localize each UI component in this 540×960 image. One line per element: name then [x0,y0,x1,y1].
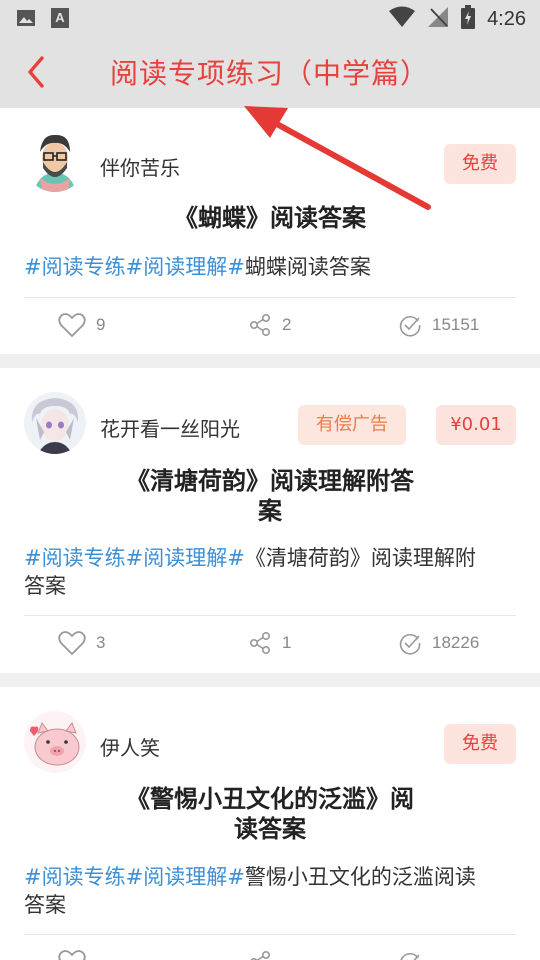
topic-tag[interactable]: #阅读理解 [126,546,228,570]
desc-text: 蝴蝶阅读答案 [244,255,371,279]
post-card[interactable]: 伴你苦乐 免费 《蝴蝶》阅读答案 #阅读专练#阅读理解#蝴蝶阅读答案 9 2 1… [0,108,540,354]
wifi-icon [389,6,416,32]
share-button[interactable]: 2 [248,313,291,337]
share-count: 2 [282,315,292,334]
avatar[interactable] [24,711,86,773]
back-button[interactable] [22,54,56,90]
status-bar: A 4:26 [0,0,540,36]
divider [24,934,516,935]
post-desc[interactable]: #阅读专练#阅读理解#蝴蝶阅读答案 [24,253,516,281]
divider [24,615,516,616]
desc-text: 答案 [24,574,66,598]
topic-tag[interactable]: #阅读专练 [24,255,126,279]
post-title[interactable]: 《蝴蝶》阅读答案 [60,203,480,233]
hash-mark: # [227,865,245,889]
avatar[interactable] [24,392,86,454]
post-feed[interactable]: 伴你苦乐 免费 《蝴蝶》阅读答案 #阅读专练#阅读理解#蝴蝶阅读答案 9 2 1… [0,108,540,960]
heart-icon [58,313,86,337]
ad-badge: 有偿广告 [298,405,406,445]
share-count: 1 [282,633,292,652]
svg-text:A: A [55,10,65,25]
chevron-left-icon [28,56,44,88]
check-circle-icon [399,315,421,337]
topic-tag[interactable]: #阅读理解 [126,865,228,889]
author-name[interactable]: 伴你苦乐 [100,152,180,181]
view-count: 18226 [432,633,480,652]
post-card[interactable]: 花开看一丝阳光 有偿广告 ¥0.01 《清塘荷韵》阅读理解附答 案 #阅读专练#… [0,368,540,673]
post-title[interactable]: 《清塘荷韵》阅读理解附答 案 [60,466,480,526]
post-desc[interactable]: #阅读专练#阅读理解#警惕小丑文化的泛滥阅读答案 [24,863,516,919]
page-title: 阅读专项练习（中学篇） [110,57,430,90]
app-bar: 阅读专项练习（中学篇） [0,36,540,108]
share-button[interactable]: 1 [248,631,291,655]
price-badge: ¥0.01 [436,405,516,445]
share-button[interactable] [248,950,282,960]
gallery-icon [16,8,36,32]
author-name[interactable]: 伊人笑 [100,732,160,761]
desc-text: 答案 [24,893,66,917]
battery-icon [461,5,476,33]
heart-icon [58,950,86,960]
topic-tag[interactable]: #阅读专练 [24,865,126,889]
like-count: 3 [96,633,106,652]
post-card[interactable]: 伊人笑 免费 《警惕小丑文化的泛滥》阅 读答案 #阅读专练#阅读理解#警惕小丑文… [0,687,540,960]
post-title-line: 《清塘荷韵》阅读理解附答 [126,467,414,495]
topic-tag[interactable]: #阅读专练 [24,546,126,570]
hash-mark: # [227,255,245,279]
free-badge: 免费 [444,144,516,184]
view-count: 15151 [432,315,480,334]
hash-mark: # [227,546,245,570]
view-stat: 18226 [398,631,479,655]
view-stat: 15151 [398,313,479,337]
post-title[interactable]: 《警惕小丑文化的泛滥》阅 读答案 [60,784,480,844]
desc-text: 警惕小丑文化的泛滥阅读 [244,865,476,889]
font-app-icon: A [50,7,70,33]
post-title-line: 读答案 [234,815,306,843]
share-icon [250,950,271,960]
signal-off-icon [427,6,449,32]
share-icon [249,631,271,655]
desc-text: 《清塘荷韵》阅读理解附 [244,546,476,570]
check-circle-icon [399,633,421,655]
like-button[interactable]: 9 [58,312,105,338]
author-name[interactable]: 花开看一丝阳光 [100,413,240,442]
post-title-line: 案 [258,497,282,525]
like-button[interactable] [58,949,96,960]
heart-icon [58,631,86,655]
post-title-line: 《警惕小丑文化的泛滥》阅 [126,785,414,813]
like-count: 9 [96,315,106,334]
free-badge: 免费 [444,724,516,764]
post-desc[interactable]: #阅读专练#阅读理解#《清塘荷韵》阅读理解附答案 [24,544,516,600]
divider [24,297,516,298]
topic-tag[interactable]: #阅读理解 [126,255,228,279]
view-stat [398,950,432,960]
check-circle-icon [400,952,420,960]
avatar[interactable] [24,130,86,192]
like-button[interactable]: 3 [58,630,105,656]
clock: 4:26 [487,7,526,30]
share-icon [249,313,271,337]
